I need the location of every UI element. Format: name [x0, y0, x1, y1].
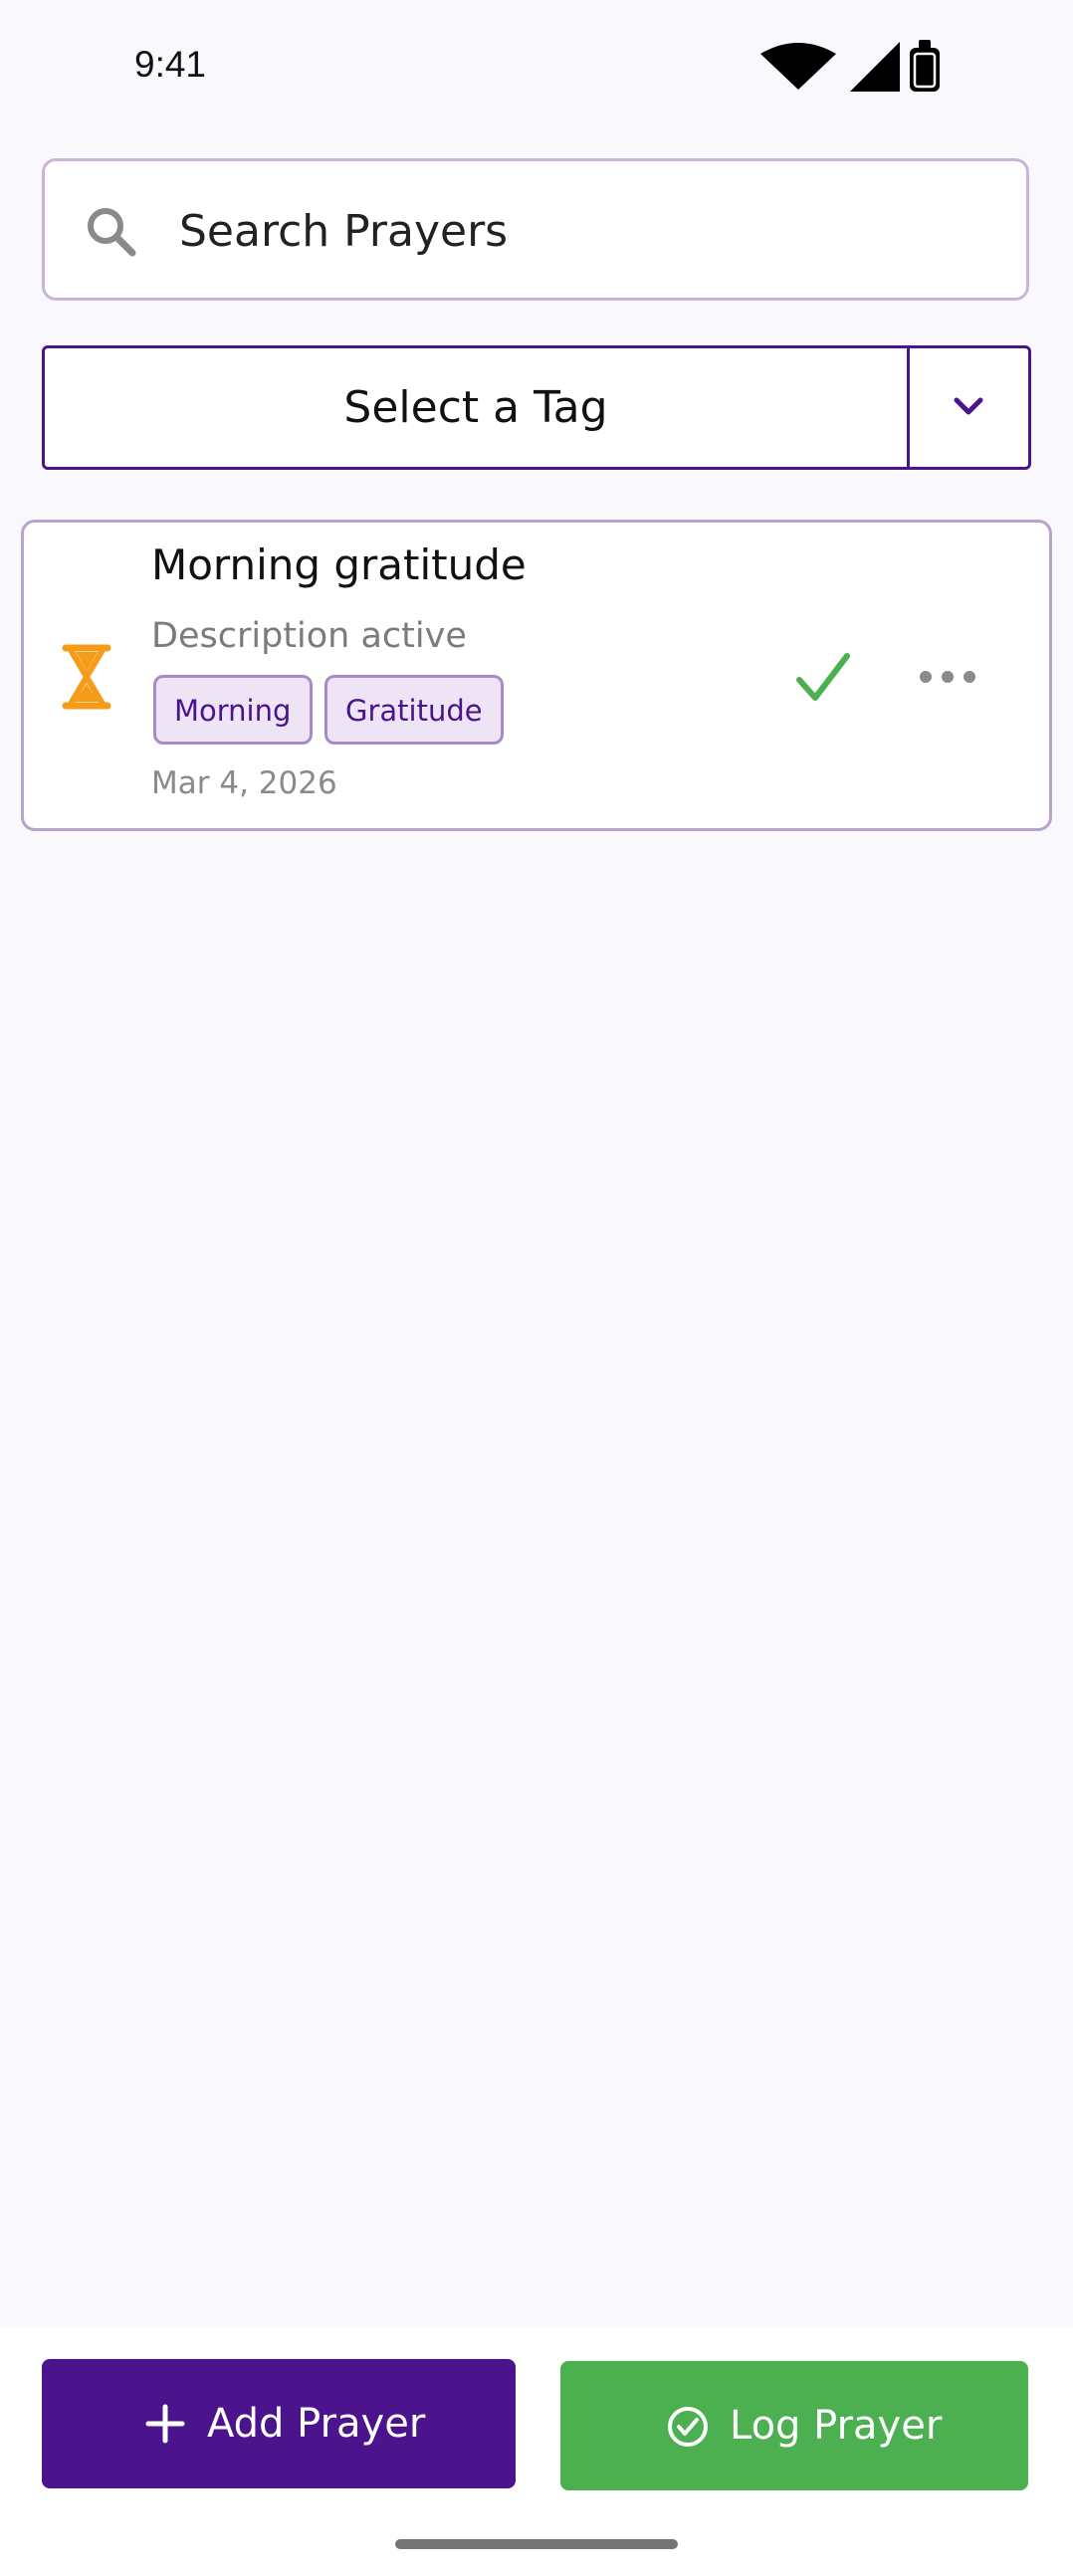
- add-prayer-label: Add Prayer: [207, 2401, 426, 2447]
- prayer-title: Morning gratitude: [151, 540, 527, 589]
- tag-select[interactable]: Select a Tag: [42, 345, 1031, 470]
- chevron-down-icon: [954, 397, 983, 415]
- check-icon[interactable]: [795, 652, 851, 704]
- hourglass-icon: [62, 644, 111, 710]
- log-prayer-button[interactable]: Log Prayer: [560, 2361, 1028, 2490]
- battery-icon: [910, 40, 940, 92]
- home-indicator[interactable]: [395, 2539, 678, 2549]
- prayer-date: Mar 4, 2026: [151, 765, 337, 801]
- wifi-icon: [760, 43, 836, 90]
- search-bar[interactable]: [42, 158, 1029, 301]
- more-horizontal-icon[interactable]: [918, 652, 977, 702]
- prayer-card[interactable]: Morning gratitude Description active Mor…: [21, 520, 1052, 831]
- check-circle-icon: [668, 2407, 708, 2447]
- prayer-description: Description active: [151, 616, 467, 656]
- tag-select-label: Select a Tag: [343, 382, 608, 433]
- search-icon: [88, 208, 136, 257]
- log-prayer-label: Log Prayer: [730, 2403, 943, 2449]
- signal-icon: [850, 42, 900, 92]
- status-time: 9:41: [134, 44, 207, 85]
- status-icons: [760, 40, 940, 92]
- search-input[interactable]: [179, 191, 995, 271]
- tag-dropdown-button[interactable]: [907, 348, 1028, 467]
- tag-chip[interactable]: Morning: [153, 675, 313, 745]
- plus-icon: [145, 2404, 185, 2444]
- add-prayer-button[interactable]: Add Prayer: [42, 2359, 516, 2488]
- tag-chip[interactable]: Gratitude: [324, 675, 504, 745]
- status-bar: 9:41: [0, 0, 1073, 129]
